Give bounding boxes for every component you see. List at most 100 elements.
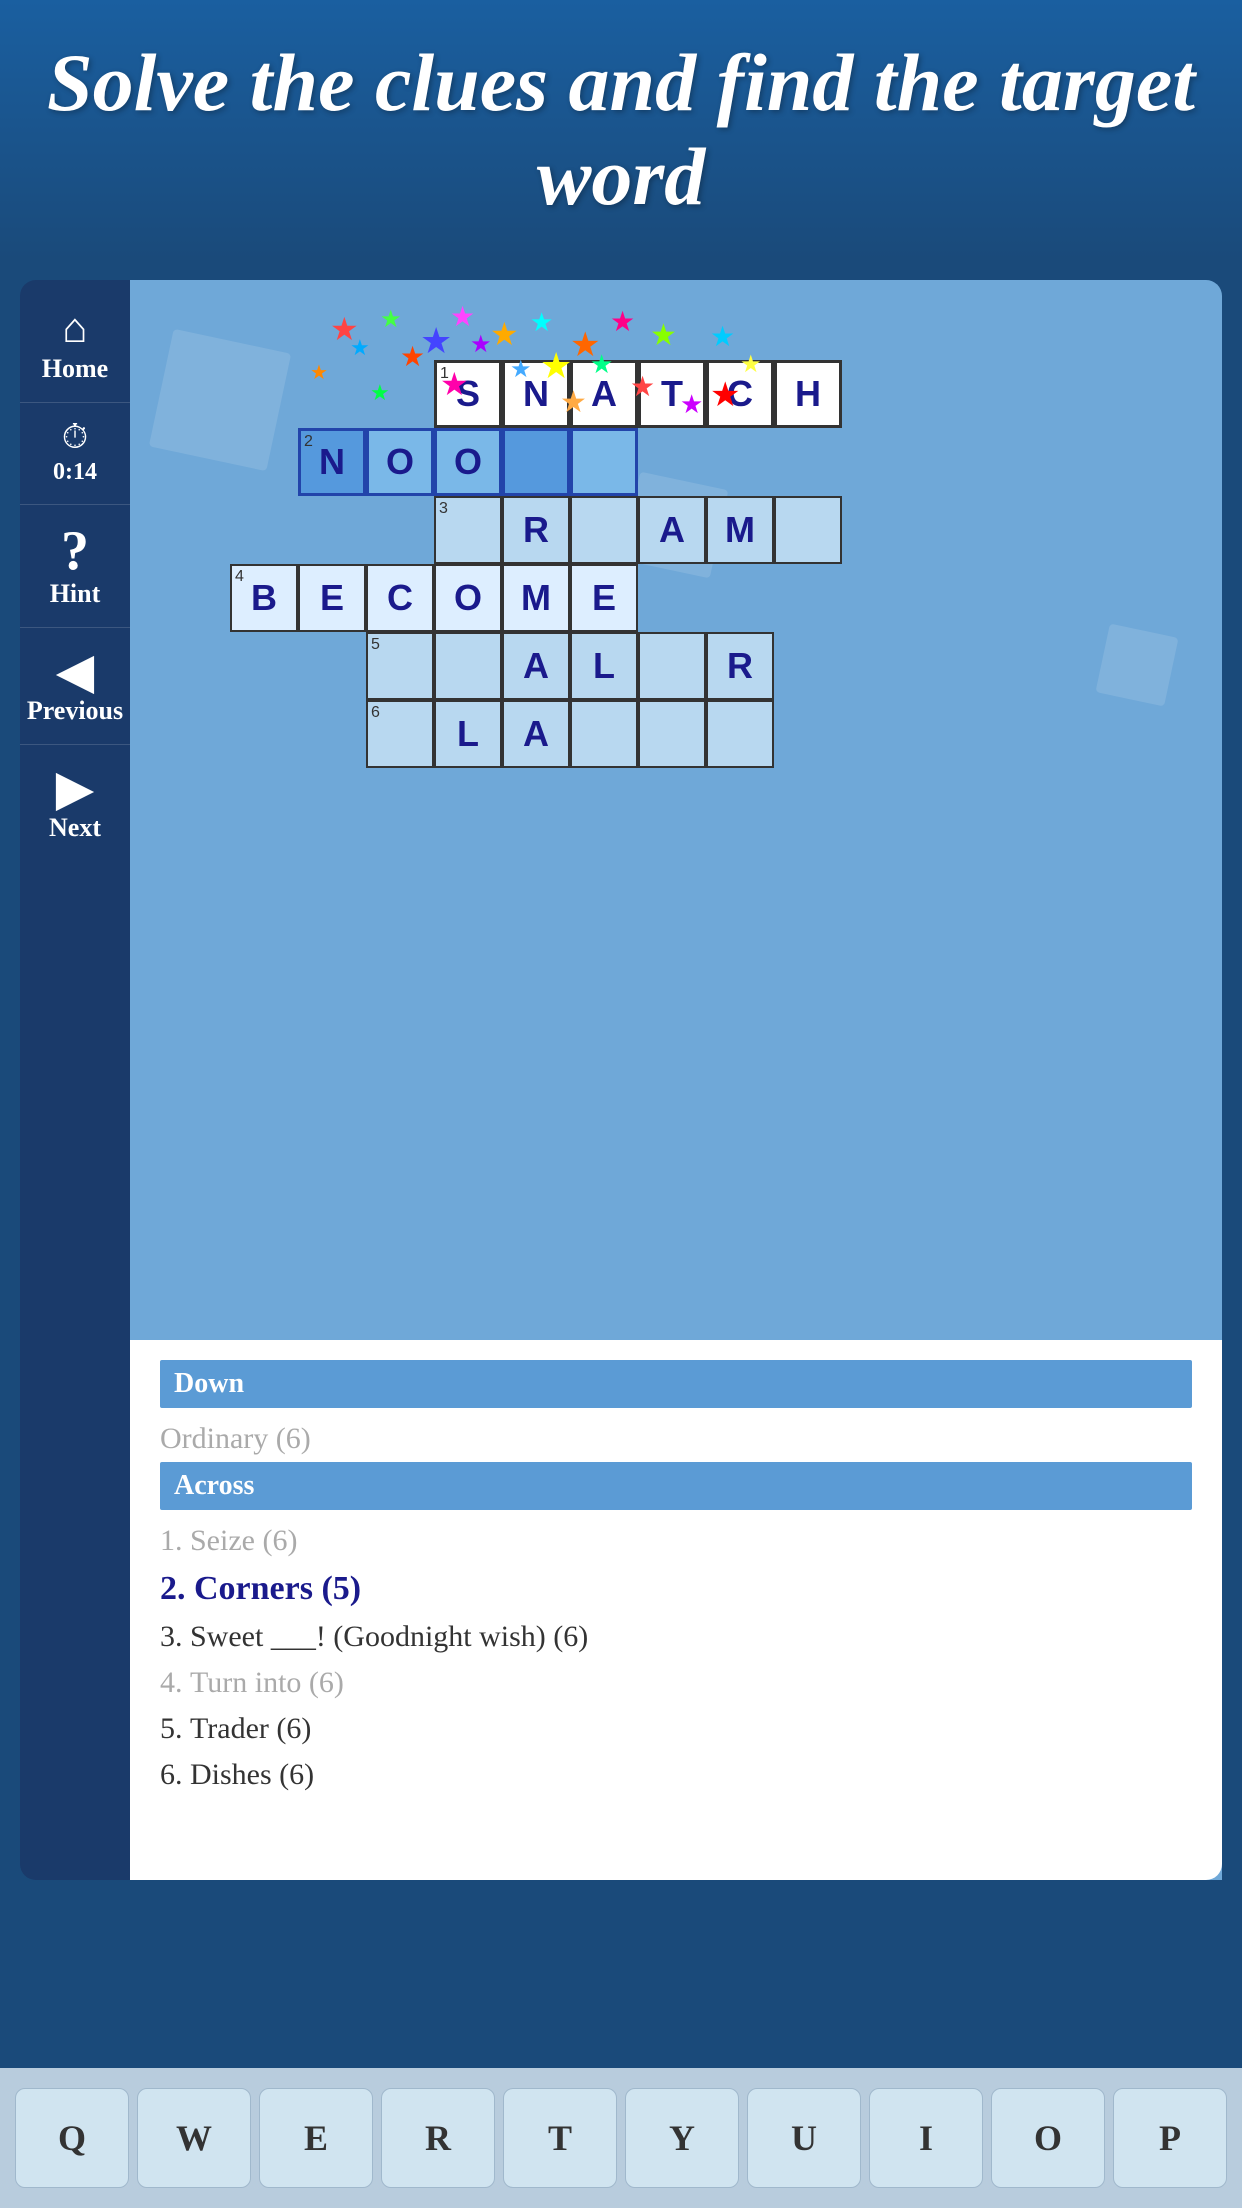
clue-across-5-text: 5. Trader (6) [160,1712,311,1745]
cell-6-2[interactable]: 6 [366,700,434,768]
cell-3-3[interactable]: 3 [434,496,502,564]
next-label: Next [49,813,101,843]
cell-4-2[interactable]: C [366,564,434,632]
cell-2-4[interactable] [502,428,570,496]
cell-1-7[interactable]: C [706,360,774,428]
hint-button[interactable]: ? Hint [20,505,130,628]
timer-display: ⏱ 0:14 [20,403,130,505]
home-label: Home [42,354,108,384]
cell-2-3[interactable]: O [434,428,502,496]
crossword-area: ★ ★ ★ ★ ★ ★ ★ ★ ★ ★ ★ ★ ★ ★ ★ ★ ★ ★ ★ ★ [130,280,1222,1340]
cell-2-2[interactable]: O [366,428,434,496]
clue-across-3[interactable]: 3. Sweet ___! (Goodnight wish) (6) [160,1614,1192,1660]
cell-4-0[interactable]: 4B [230,564,298,632]
bg-deco-3 [1095,623,1178,706]
down-header: Down [160,1360,1192,1408]
sidebar: ⌂ Home ⏱ 0:14 ? Hint ◀ Previous ▶ Next [20,280,130,1880]
key-w[interactable]: W [137,2088,251,2188]
clue-across-5[interactable]: 5. Trader (6) [160,1706,1192,1752]
cell-1-3[interactable]: 1S [434,360,502,428]
star-icon: ★ [420,320,452,362]
key-i[interactable]: I [869,2088,983,2188]
header-title: Solve the clues and find the target word [40,36,1202,225]
clue-across-2-text: 2. Corners (5) [160,1570,361,1607]
clue-across-1[interactable]: 1. Seize (6) [160,1518,1192,1564]
cell-4-3[interactable]: O [434,564,502,632]
cell-6-7[interactable] [706,700,774,768]
key-o[interactable]: O [991,2088,1105,2188]
cell-6-3[interactable]: L [434,700,502,768]
cell-5-4[interactable]: A [502,632,570,700]
key-t[interactable]: T [503,2088,617,2188]
question-icon: ? [61,523,89,579]
cell-4-5[interactable]: E [570,564,638,632]
clue-across-2[interactable]: 2. Corners (5) [160,1564,1192,1614]
star-icon: ★ [450,300,475,334]
cell-1-8[interactable]: H [774,360,842,428]
cell-5-5[interactable]: L [570,632,638,700]
cell-5-6[interactable] [638,632,706,700]
cell-2-1[interactable]: 2N [298,428,366,496]
clue-across-6-text: 6. Dishes (6) [160,1758,314,1791]
right-arrow-icon: ▶ [56,763,94,813]
bg-deco-1 [149,329,291,471]
cell-5-7[interactable]: R [706,632,774,700]
cell-3-6[interactable]: A [638,496,706,564]
clue-down-1[interactable]: Ordinary (6) [160,1416,1192,1462]
keyboard-row: Q W E R T Y U I O P [0,2068,1242,2208]
key-y[interactable]: Y [625,2088,739,2188]
cell-1-5[interactable]: A [570,360,638,428]
cell-5-3[interactable] [434,632,502,700]
star-icon: ★ [650,318,677,353]
timer-value: 0:14 [53,459,97,486]
star-icon: ★ [530,308,553,338]
clue-across-4-text: 4. Turn into (6) [160,1666,344,1699]
cell-1-6[interactable]: T [638,360,706,428]
cell-2-5[interactable] [570,428,638,496]
star-icon: ★ [370,380,390,406]
clue-across-3-text: 3. Sweet ___! (Goodnight wish) (6) [160,1620,588,1653]
cell-1-4[interactable]: N [502,360,570,428]
key-u[interactable]: U [747,2088,861,2188]
across-header: Across [160,1462,1192,1510]
key-e[interactable]: E [259,2088,373,2188]
star-icon: ★ [400,340,425,374]
key-p[interactable]: P [1113,2088,1227,2188]
cell-6-5[interactable] [570,700,638,768]
cell-3-8[interactable] [774,496,842,564]
cell-3-7[interactable]: M [706,496,774,564]
home-icon: ⌂ [62,308,87,350]
cell-4-1[interactable]: E [298,564,366,632]
clue-down-1-text: Ordinary (6) [160,1422,311,1455]
previous-button[interactable]: ◀ Previous [20,628,130,745]
game-container: ⌂ Home ⏱ 0:14 ? Hint ◀ Previous ▶ Next [0,260,1242,1880]
clock-icon: ⏱ [62,421,89,455]
cell-6-4[interactable]: A [502,700,570,768]
star-icon: ★ [330,310,359,348]
star-icon: ★ [470,330,492,359]
cell-3-5[interactable] [570,496,638,564]
header: Solve the clues and find the target word [0,0,1242,260]
hint-label: Hint [50,579,101,609]
cell-4-4[interactable]: M [502,564,570,632]
key-q[interactable]: Q [15,2088,129,2188]
cell-6-6[interactable] [638,700,706,768]
clue-across-4[interactable]: 4. Turn into (6) [160,1660,1192,1706]
next-button[interactable]: ▶ Next [20,745,130,861]
star-icon: ★ [610,305,635,339]
home-button[interactable]: ⌂ Home [20,290,130,403]
star-icon: ★ [380,305,402,334]
clue-across-6[interactable]: 6. Dishes (6) [160,1752,1192,1798]
star-icon: ★ [710,320,735,354]
previous-label: Previous [27,696,123,726]
cell-3-4[interactable]: R [502,496,570,564]
star-icon: ★ [310,360,328,385]
puzzle-panel: ★ ★ ★ ★ ★ ★ ★ ★ ★ ★ ★ ★ ★ ★ ★ ★ ★ ★ ★ ★ [130,280,1222,1880]
clues-panel: Down Ordinary (6) Across 1. Seize (6) 2.… [130,1340,1222,1880]
star-icon: ★ [350,335,370,361]
left-arrow-icon: ◀ [56,646,94,696]
cell-5-2[interactable]: 5 [366,632,434,700]
clue-across-1-text: 1. Seize (6) [160,1524,297,1557]
star-icon: ★ [490,315,519,353]
key-r[interactable]: R [381,2088,495,2188]
